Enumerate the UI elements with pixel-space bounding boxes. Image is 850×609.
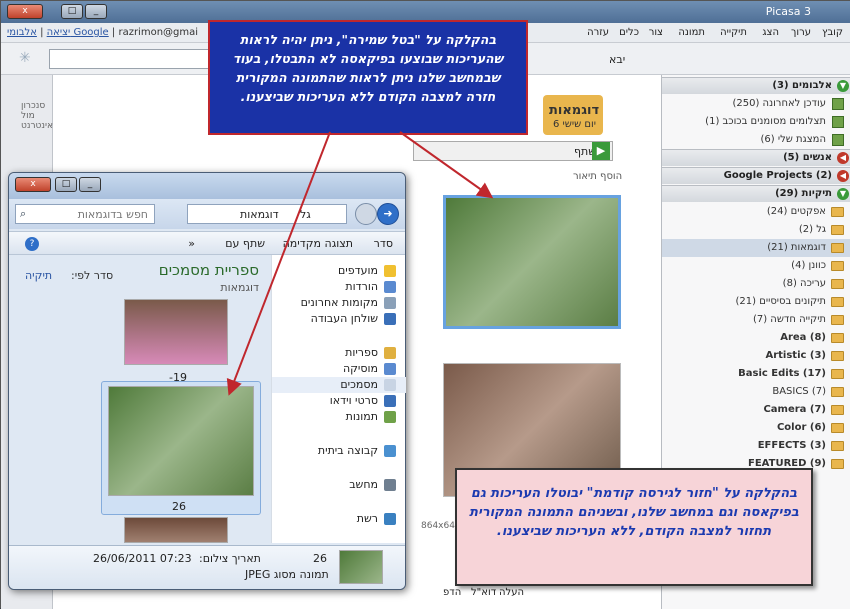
arrow-to-explorer — [226, 131, 331, 396]
callout-arrows — [226, 131, 494, 396]
arrow-to-picasa — [399, 131, 494, 199]
